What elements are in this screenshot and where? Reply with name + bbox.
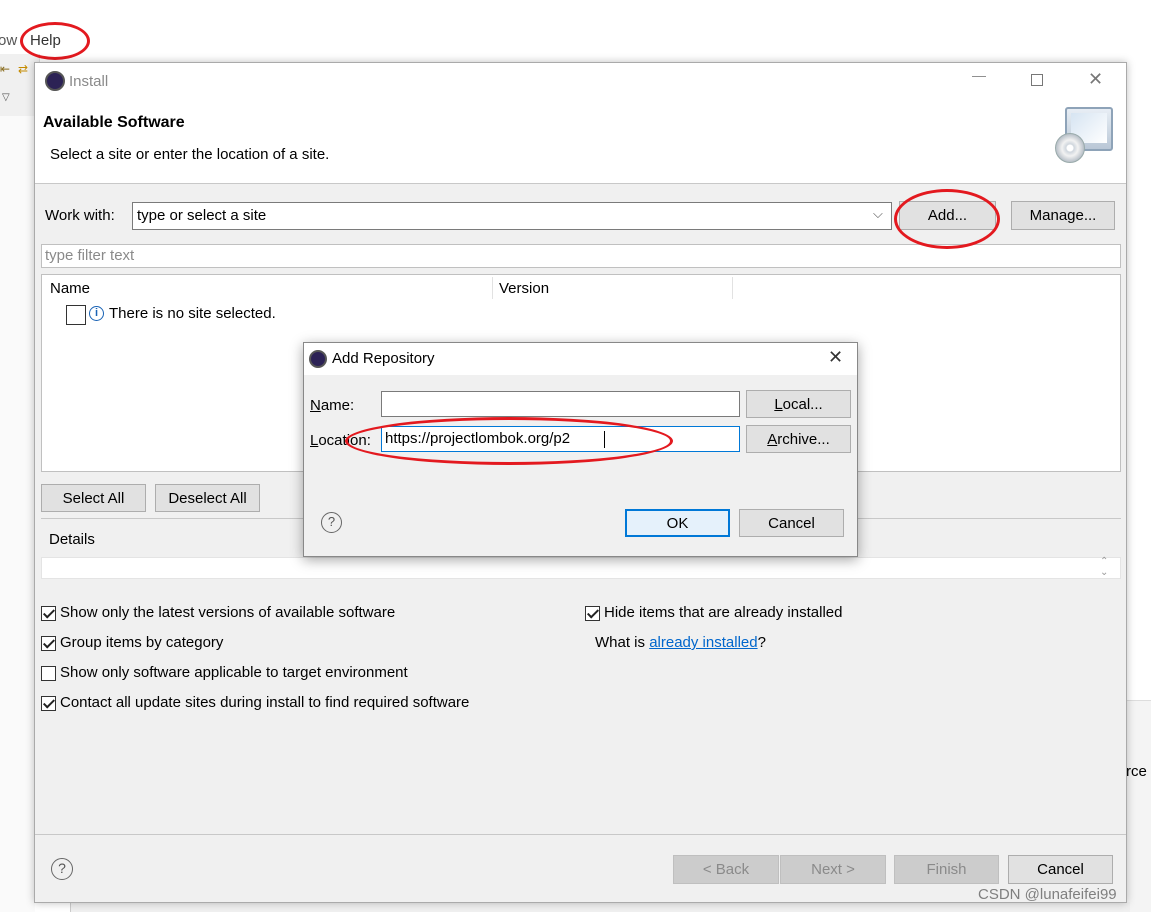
add-repo-title: Add Repository [332, 350, 435, 367]
checkbox-target-environment[interactable] [41, 666, 56, 681]
info-icon: i [89, 306, 104, 321]
archive-button[interactable]: Archive... [746, 425, 851, 453]
ide-right-panel: rce [1126, 700, 1151, 912]
checkbox-hide-installed[interactable] [585, 606, 600, 621]
toolbar-icon[interactable]: ⇄ [18, 62, 28, 76]
next-button[interactable]: Next > [780, 855, 886, 884]
toolbar-icon[interactable]: ⇤ [0, 62, 10, 76]
ide-bottom-strip [70, 902, 1130, 912]
column-header-version[interactable]: Version [499, 280, 549, 297]
watermark: CSDN @lunafeifei99 [978, 886, 1117, 903]
page-title: Available Software [43, 114, 185, 131]
checkbox-latest-versions[interactable] [41, 606, 56, 621]
ide-menubar: ow Help [0, 26, 1151, 54]
option-latest-versions[interactable]: Show only the latest versions of availab… [60, 604, 395, 621]
column-header-name[interactable]: Name [50, 280, 90, 297]
option-hide-installed[interactable]: Hide items that are already installed [604, 604, 842, 621]
filter-placeholder: type filter text [45, 247, 135, 264]
work-with-combo[interactable]: type or select a site ⌵ [132, 202, 892, 230]
install-header: Available Software Select a site or ente… [35, 99, 1126, 184]
finish-button[interactable]: Finish [894, 855, 999, 884]
add-repo-cancel-button[interactable]: Cancel [739, 509, 844, 537]
no-site-message: There is no site selected. [109, 305, 276, 322]
install-banner-icon [1055, 105, 1125, 165]
chevron-down-icon[interactable]: ▽ [2, 92, 10, 103]
table-row: i There is no site selected. [42, 303, 1120, 327]
cancel-button[interactable]: Cancel [1008, 855, 1113, 884]
manage-button[interactable]: Manage... [1011, 201, 1115, 230]
option-target-environment[interactable]: Show only software applicable to target … [60, 664, 408, 681]
ok-button[interactable]: OK [625, 509, 730, 537]
add-repo-titlebar: Add Repository ✕ [304, 343, 857, 375]
install-footer: ? < Back Next > Finish Cancel [35, 834, 1126, 902]
name-label: Name: [310, 397, 355, 414]
page-subtitle: Select a site or enter the location of a… [50, 146, 330, 163]
help-icon[interactable]: ? [51, 858, 73, 880]
eclipse-icon [309, 350, 327, 368]
install-title: Install [69, 73, 109, 90]
work-with-label: Work with: [45, 207, 115, 224]
table-header: Name Version [42, 275, 1120, 301]
annotation-circle-add [894, 189, 1000, 249]
back-button[interactable]: < Back [673, 855, 779, 884]
what-is-installed: What is already installed? [595, 634, 766, 651]
checkbox-group-by-category[interactable] [41, 636, 56, 651]
menu-item-window-partial[interactable]: ow [0, 32, 17, 49]
close-icon[interactable]: ✕ [1088, 69, 1103, 90]
already-installed-link[interactable]: already installed [649, 634, 757, 651]
row-checkbox[interactable] [66, 305, 86, 325]
minimize-icon[interactable]: — [972, 67, 992, 87]
what-is-prefix: What is [595, 634, 650, 651]
chevron-down-icon[interactable]: ⌵ [873, 206, 883, 222]
help-icon[interactable]: ? [321, 512, 342, 533]
right-panel-partial-text: rce [1126, 763, 1147, 780]
what-is-suffix: ? [757, 634, 766, 651]
scroll-arrows-icon[interactable]: ⌃ ⌄ [1100, 556, 1108, 578]
deselect-all-button[interactable]: Deselect All [155, 484, 260, 512]
details-label: Details [49, 531, 95, 548]
local-button[interactable]: Local... [746, 390, 851, 418]
maximize-icon[interactable] [1031, 74, 1043, 86]
annotation-circle-help [20, 22, 90, 60]
details-text: ⌃ ⌄ [41, 556, 1121, 579]
close-icon[interactable]: ✕ [828, 347, 843, 368]
annotation-circle-location [345, 417, 673, 465]
select-all-button[interactable]: Select All [41, 484, 146, 512]
work-with-value: type or select a site [137, 207, 267, 224]
install-titlebar: Install — ✕ [35, 63, 1126, 99]
option-group-by-category[interactable]: Group items by category [60, 634, 223, 651]
checkbox-contact-update-sites[interactable] [41, 696, 56, 711]
name-input[interactable] [381, 391, 740, 417]
eclipse-icon [45, 71, 65, 91]
ide-side-strip [0, 116, 35, 912]
option-contact-update-sites[interactable]: Contact all update sites during install … [60, 694, 469, 711]
